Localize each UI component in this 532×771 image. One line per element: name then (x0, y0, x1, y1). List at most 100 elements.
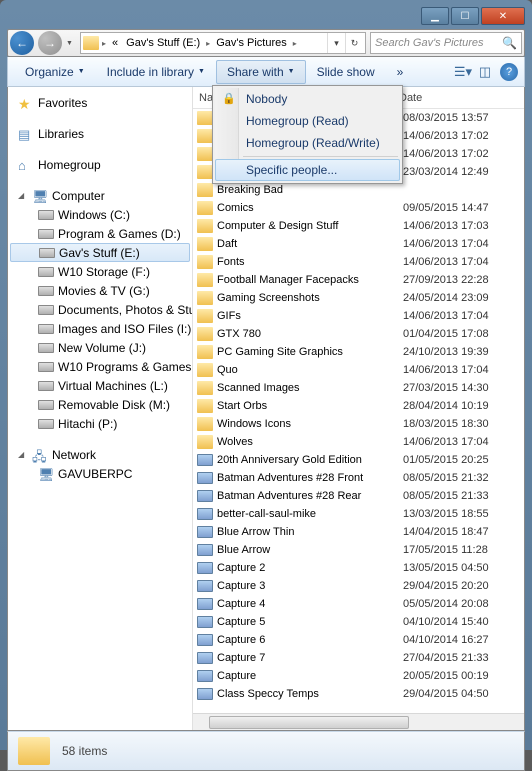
sidebar-drive[interactable]: Removable Disk (M:) (8, 395, 192, 414)
sidebar-drive[interactable]: Windows (C:) (8, 205, 192, 224)
file-date: 08/03/2015 13:57 (397, 112, 524, 124)
file-row[interactable]: Start Orbs28/04/2014 10:19 (193, 397, 524, 415)
sidebar-drive[interactable]: Documents, Photos & Stuff (8, 300, 192, 319)
sidebar-network-pc[interactable]: 🖥GAVUBERPC (8, 464, 192, 483)
sidebar-drive[interactable]: W10 Programs & Games (K:) (8, 357, 192, 376)
file-row[interactable]: 20th Anniversary Gold Edition01/05/2015 … (193, 451, 524, 469)
file-row[interactable]: Class Speccy Temps29/04/2015 04:50 (193, 685, 524, 703)
sidebar-homegroup[interactable]: ⌂Homegroup (8, 155, 192, 174)
file-row[interactable]: Batman Adventures #28 Front08/05/2015 21… (193, 469, 524, 487)
file-name: Gaming Screenshots (217, 292, 397, 304)
search-input[interactable]: Search Gav's Pictures 🔍 (370, 32, 522, 54)
file-date: 29/04/2015 04:50 (397, 688, 524, 700)
share-nobody[interactable]: 🔒Nobody (215, 88, 400, 110)
item-count: 58 items (62, 744, 107, 758)
file-row[interactable]: Gaming Screenshots24/05/2014 23:09 (193, 289, 524, 307)
back-button[interactable]: ← (10, 31, 34, 55)
file-row[interactable]: Daft14/06/2013 17:04 (193, 235, 524, 253)
file-name: PC Gaming Site Graphics (217, 346, 397, 358)
folder-icon (197, 435, 213, 449)
breadcrumb[interactable]: « (109, 37, 121, 49)
file-name: Blue Arrow (217, 544, 397, 556)
file-row[interactable]: Wolves14/06/2013 17:04 (193, 433, 524, 451)
file-row[interactable]: Capture 213/05/2015 04:50 (193, 559, 524, 577)
horizontal-scrollbar[interactable] (193, 713, 524, 730)
nav-history-dropdown[interactable]: ▼ (66, 40, 76, 47)
file-row[interactable]: GIFs14/06/2013 17:04 (193, 307, 524, 325)
file-row[interactable]: better-call-saul-mike13/03/2015 18:55 (193, 505, 524, 523)
file-row[interactable]: Quo14/06/2013 17:04 (193, 361, 524, 379)
slideshow-button[interactable]: Slide show (306, 60, 386, 84)
file-date: 08/05/2015 21:32 (397, 472, 524, 484)
share-homegroup-readwrite[interactable]: Homegroup (Read/Write) (215, 132, 400, 154)
column-date[interactable]: Date (393, 92, 524, 104)
file-row[interactable]: Capture 329/04/2015 20:20 (193, 577, 524, 595)
file-row[interactable]: Blue Arrow17/05/2015 11:28 (193, 541, 524, 559)
file-date: 14/06/2013 17:03 (397, 220, 524, 232)
sidebar-network[interactable]: ◢🖧Network (8, 445, 192, 464)
close-button[interactable]: ✕ (481, 7, 525, 25)
sidebar-drive[interactable]: W10 Storage (F:) (8, 262, 192, 281)
breadcrumb[interactable]: Gav's Stuff (E:) (123, 37, 203, 49)
file-list[interactable]: 08/03/2015 13:5714/06/2013 17:0214/06/20… (193, 109, 524, 713)
address-dropdown[interactable]: ▾ (327, 33, 345, 53)
file-name: Computer & Design Stuff (217, 220, 397, 232)
image-icon (197, 508, 213, 520)
maximize-button[interactable]: ☐ (451, 7, 479, 25)
file-row[interactable]: Capture 727/04/2015 21:33 (193, 649, 524, 667)
file-date: 14/06/2013 17:04 (397, 238, 524, 250)
expand-icon[interactable]: ◢ (18, 450, 28, 459)
refresh-button[interactable]: ↻ (345, 33, 363, 53)
forward-button[interactable]: → (38, 31, 62, 55)
file-row[interactable]: Capture 405/05/2014 20:08 (193, 595, 524, 613)
sidebar-drive[interactable]: Virtual Machines (L:) (8, 376, 192, 395)
file-row[interactable]: Fonts14/06/2013 17:04 (193, 253, 524, 271)
drive-icon (38, 305, 54, 315)
image-icon (197, 562, 213, 574)
file-row[interactable]: Capture20/05/2015 00:19 (193, 667, 524, 685)
status-bar: 58 items (7, 731, 525, 771)
file-date: 24/10/2013 19:39 (397, 346, 524, 358)
file-row[interactable]: PC Gaming Site Graphics24/10/2013 19:39 (193, 343, 524, 361)
file-row[interactable]: Capture 504/10/2014 15:40 (193, 613, 524, 631)
sidebar-computer[interactable]: ◢🖥Computer (8, 186, 192, 205)
file-name: Scanned Images (217, 382, 397, 394)
sidebar-libraries[interactable]: ▤Libraries (8, 124, 192, 143)
file-row[interactable]: Comics09/05/2015 14:47 (193, 199, 524, 217)
breadcrumb-sep: ▸ (292, 39, 298, 48)
file-date: 09/05/2015 14:47 (397, 202, 524, 214)
file-row[interactable]: GTX 78001/04/2015 17:08 (193, 325, 524, 343)
sidebar-favorites[interactable]: ★Favorites (8, 93, 192, 112)
preview-pane-button[interactable]: ◫ (474, 61, 496, 83)
share-homegroup-read[interactable]: Homegroup (Read) (215, 110, 400, 132)
share-specific-people[interactable]: Specific people... (215, 159, 400, 181)
help-button[interactable]: ? (500, 63, 518, 81)
sidebar-drive[interactable]: Hitachi (P:) (8, 414, 192, 433)
minimize-button[interactable]: ▁ (421, 7, 449, 25)
file-row[interactable]: Breaking Bad (193, 181, 524, 199)
scroll-thumb[interactable] (209, 716, 409, 729)
file-row[interactable]: Capture 604/10/2014 16:27 (193, 631, 524, 649)
sidebar-drive[interactable]: New Volume (J:) (8, 338, 192, 357)
view-button[interactable]: ☰▾ (452, 61, 474, 83)
sidebar-drive[interactable]: Movies & TV (G:) (8, 281, 192, 300)
file-date: 14/06/2013 17:04 (397, 256, 524, 268)
sidebar-drive[interactable]: Gav's Stuff (E:) (10, 243, 190, 262)
share-with-button[interactable]: Share with▼ 🔒Nobody Homegroup (Read) Hom… (216, 60, 306, 84)
file-row[interactable]: Scanned Images27/03/2015 14:30 (193, 379, 524, 397)
expand-icon[interactable]: ◢ (18, 191, 28, 200)
file-row[interactable]: Batman Adventures #28 Rear08/05/2015 21:… (193, 487, 524, 505)
file-row[interactable]: Blue Arrow Thin14/04/2015 18:47 (193, 523, 524, 541)
file-row[interactable]: Computer & Design Stuff14/06/2013 17:03 (193, 217, 524, 235)
file-row[interactable]: Football Manager Facepacks27/09/2013 22:… (193, 271, 524, 289)
file-name: better-call-saul-mike (217, 508, 397, 520)
address-bar[interactable]: ▸ « Gav's Stuff (E:) ▸ Gav's Pictures ▸ … (80, 32, 366, 54)
file-row[interactable]: Windows Icons18/03/2015 18:30 (193, 415, 524, 433)
sidebar-drive[interactable]: Images and ISO Files (I:) (8, 319, 192, 338)
organize-button[interactable]: Organize▼ (14, 60, 96, 84)
include-library-button[interactable]: Include in library▼ (96, 60, 216, 84)
explorer-window: ▁ ☐ ✕ ← → ▼ ▸ « Gav's Stuff (E:) ▸ Gav's… (0, 0, 532, 750)
sidebar-drive[interactable]: Program & Games (D:) (8, 224, 192, 243)
breadcrumb[interactable]: Gav's Pictures (213, 37, 290, 49)
toolbar-more[interactable]: » (386, 60, 415, 84)
